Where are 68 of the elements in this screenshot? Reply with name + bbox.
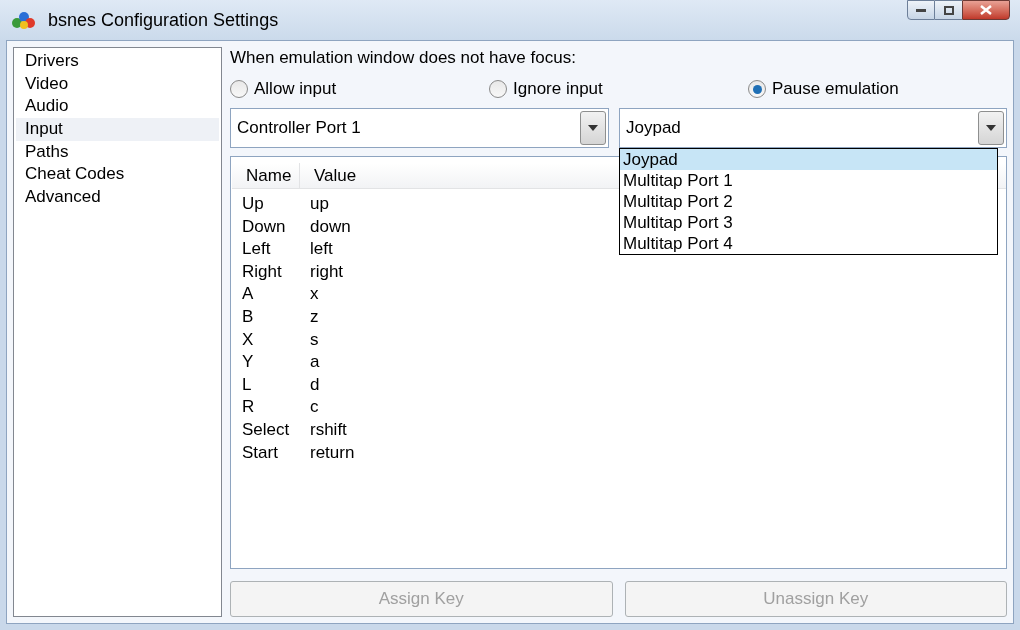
table-cell-text: Left	[241, 238, 272, 261]
table-cell-text: a	[309, 351, 320, 374]
dropdown-arrow-button[interactable]	[978, 111, 1004, 145]
sidebar-item[interactable]: Drivers	[16, 50, 219, 73]
table-cell-text: A	[241, 283, 255, 306]
sidebar-item[interactable]: Cheat Codes	[16, 163, 219, 187]
table-cell-text: Down	[241, 215, 287, 238]
table-cell-text: s	[309, 328, 319, 351]
table-cell-text: down	[309, 215, 351, 238]
table-cell-text: right	[309, 260, 344, 283]
table-cell-text: X	[241, 328, 255, 351]
radio-option[interactable]: Pause emulation	[748, 76, 1007, 102]
radio-button[interactable]	[748, 80, 766, 98]
sidebar-item[interactable]: Video	[16, 72, 219, 96]
dropdown-arrow-button[interactable]	[580, 111, 606, 145]
table-cell-text: c	[309, 396, 319, 419]
dropdown-option[interactable]: Multitap Port 2	[620, 191, 997, 212]
table-cell-text: return	[309, 441, 355, 464]
window-title: bsnes Configuration Settings	[48, 8, 279, 32]
table-cell-text: R	[241, 396, 256, 419]
column-header[interactable]: Value	[300, 163, 371, 188]
table-row[interactable]: Right right	[232, 260, 1006, 284]
radio-button[interactable]	[489, 80, 507, 98]
maximize-button[interactable]	[935, 0, 962, 20]
table-row[interactable]: B z	[232, 305, 1006, 329]
table-row[interactable]: X s	[232, 328, 1006, 352]
close-icon	[980, 5, 992, 15]
radio-option[interactable]: Ignore input	[489, 76, 748, 102]
caret-icon	[588, 125, 598, 131]
dropdown-option[interactable]: Joypad	[620, 149, 997, 170]
minimize-icon	[916, 8, 926, 12]
table-row[interactable]: Y a	[232, 351, 1006, 374]
maximize-icon	[943, 5, 954, 15]
sidebar-item[interactable]: Advanced	[16, 186, 219, 209]
table-row[interactable]: A x	[232, 283, 1006, 306]
table-row[interactable]: Select rshift	[232, 418, 1006, 442]
close-button[interactable]	[962, 0, 1010, 20]
focus-label: When emulation window does not have focus:	[230, 47, 577, 69]
table-cell-text: rshift	[309, 418, 347, 441]
table-cell-text: up	[309, 193, 329, 215]
caret-icon	[986, 125, 996, 131]
radio-button[interactable]	[230, 80, 248, 98]
port-dropdown[interactable]: Controller Port 1	[230, 108, 609, 148]
table-row[interactable]: Start return	[232, 441, 1006, 465]
table-cell-text: Right	[241, 260, 283, 283]
sidebar-item[interactable]: Audio	[16, 95, 219, 119]
table-cell-text: Select	[241, 418, 291, 441]
dropdown-option[interactable]: Multitap Port 4	[620, 233, 997, 254]
radio-option[interactable]: Allow input	[230, 76, 489, 102]
table-cell-text: L	[241, 373, 253, 396]
table-cell-text: z	[309, 305, 319, 328]
table-cell-text: x	[309, 283, 319, 306]
dropdown-option[interactable]: Multitap Port 1	[620, 170, 997, 191]
table-cell-text: d	[309, 373, 320, 396]
app-logo-icon	[10, 10, 38, 30]
sidebar-item[interactable]: Input	[16, 118, 219, 141]
device-dropdown[interactable]: Joypad	[619, 108, 1007, 148]
table-cell-text: Start	[241, 441, 279, 464]
column-header[interactable]: Name	[232, 163, 300, 188]
minimize-button[interactable]	[907, 0, 935, 20]
sidebar-item[interactable]: Paths	[16, 140, 219, 164]
table-cell-text: B	[241, 305, 255, 328]
table-cell-text: Up	[241, 193, 265, 215]
table-cell-text: left	[309, 238, 333, 261]
table-row[interactable]: L d	[232, 373, 1006, 397]
dropdown-option[interactable]: Multitap Port 3	[620, 212, 997, 233]
table-cell-text: Y	[241, 351, 255, 374]
table-row[interactable]: R c	[232, 396, 1006, 419]
